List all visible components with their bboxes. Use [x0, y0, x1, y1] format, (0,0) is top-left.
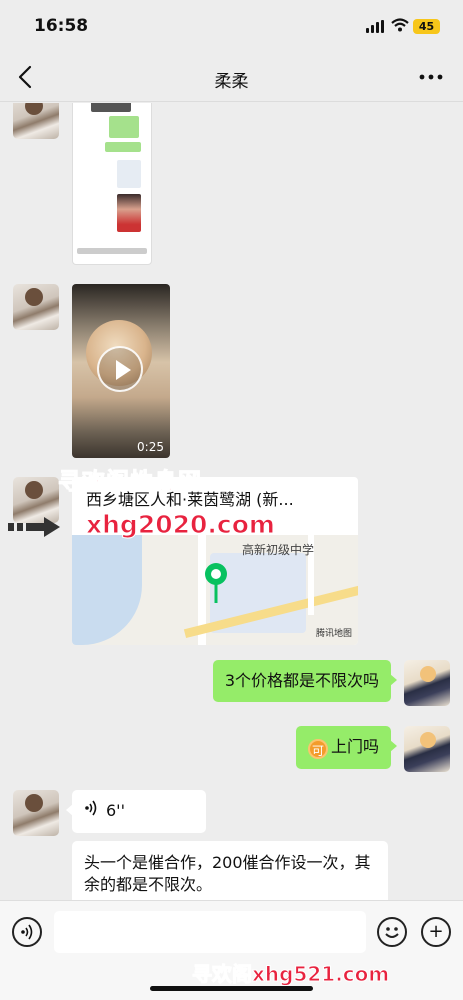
cellular-signal-icon: [366, 20, 384, 33]
watermark-text: 寻欢阁性息网: [58, 469, 202, 496]
message-input[interactable]: [54, 911, 366, 953]
avatar-contact[interactable]: [13, 790, 59, 836]
video-duration: 0:25: [137, 440, 164, 454]
sent-message-bubble[interactable]: 3个价格都是不限次吗: [212, 660, 398, 702]
location-poi: 高新初级中学: [242, 543, 315, 557]
map-brand: 腾讯地图: [315, 629, 352, 639]
wifi-icon: [391, 18, 409, 32]
arrow-right-icon: [8, 517, 60, 537]
plus-icon[interactable]: +: [421, 917, 451, 947]
message-list[interactable]: 0:25 西乡塘区人和·莱茵鹭湖 (新... 高新初级中学 腾讯地图 3个价格都…: [0, 103, 463, 900]
voice-message[interactable]: 6'': [66, 790, 206, 833]
sent-message-bubble[interactable]: 可上门吗: [295, 726, 398, 769]
more-dots-icon[interactable]: [417, 66, 445, 88]
voice-input-icon[interactable]: [12, 917, 42, 947]
avatar-self[interactable]: [404, 660, 450, 706]
message-text: 上门吗: [330, 737, 379, 756]
message-text: 头一个是催合作，200催合作设一次，其余的都是不限次。: [84, 853, 371, 894]
avatar-self[interactable]: [404, 726, 450, 772]
voice-wave-icon: [84, 800, 98, 823]
battery-indicator: 45: [413, 19, 440, 34]
watermark-site: 寻欢阁xhg521.com: [191, 962, 390, 987]
chat-header: 柔柔: [0, 54, 463, 102]
watermark-url: xhg2020.com: [86, 510, 276, 540]
location-message[interactable]: 西乡塘区人和·莱茵鹭湖 (新... 高新初级中学 腾讯地图: [72, 477, 358, 645]
image-message[interactable]: [72, 103, 152, 265]
chat-title: 柔柔: [214, 72, 249, 92]
message-text: 3个价格都是不限次吗: [224, 671, 379, 690]
voice-duration: 6'': [106, 801, 125, 820]
status-time: 16:58: [34, 16, 89, 36]
location-map: 高新初级中学 腾讯地图: [72, 535, 358, 645]
avatar-contact[interactable]: [13, 103, 59, 139]
video-message[interactable]: 0:25: [72, 284, 170, 458]
home-indicator: [150, 986, 313, 991]
avatar-contact[interactable]: [13, 284, 59, 330]
ke-emoji-icon: 可: [307, 739, 328, 759]
status-bar: 16:58 45: [0, 0, 463, 54]
emoji-icon[interactable]: [377, 917, 407, 947]
received-message-bubble[interactable]: 头一个是催合作，200催合作设一次，其余的都是不限次。: [72, 841, 388, 900]
location-pin-icon: [205, 563, 227, 603]
play-icon[interactable]: [97, 346, 143, 392]
